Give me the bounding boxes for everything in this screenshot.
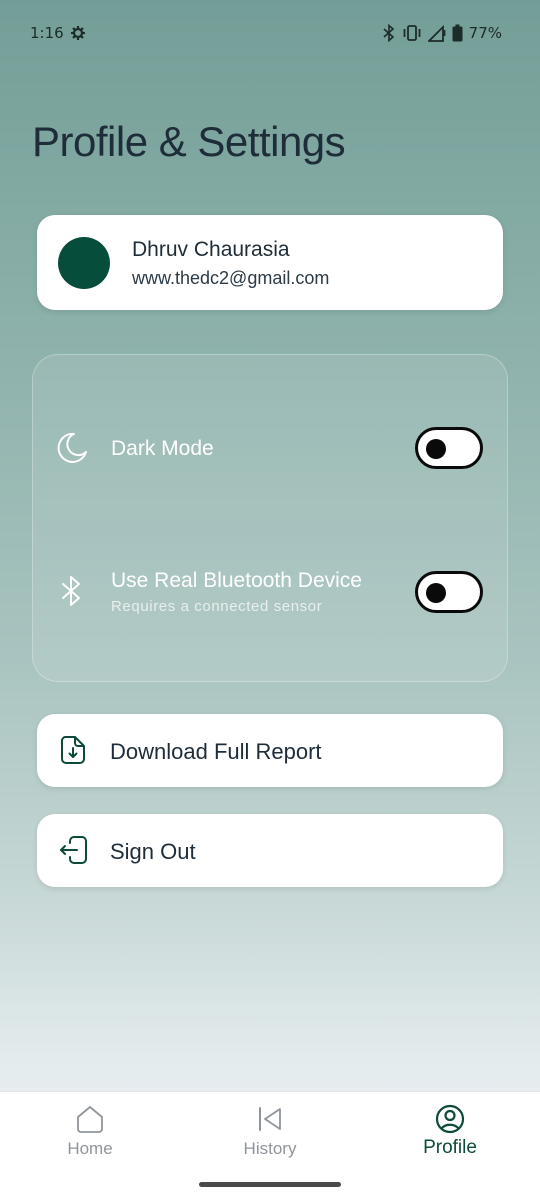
- status-bar: 1:16 77%: [0, 0, 540, 64]
- download-file-icon: [61, 736, 85, 764]
- bluetooth-label: Use Real Bluetooth Device: [111, 569, 362, 592]
- toggle-knob: [426, 583, 446, 603]
- home-indicator[interactable]: [199, 1182, 341, 1187]
- status-time: 1:16: [30, 24, 64, 42]
- history-icon: [259, 1107, 281, 1131]
- profile-card[interactable]: Dhruv Chaurasia www.thedc2@gmail.com: [37, 215, 503, 310]
- battery-level: 77%: [468, 24, 502, 42]
- nav-profile-label: Profile: [423, 1137, 477, 1158]
- toggle-knob: [426, 439, 446, 459]
- dark-mode-toggle[interactable]: [415, 427, 483, 469]
- nav-profile[interactable]: Profile: [360, 1092, 540, 1172]
- sign-out-button[interactable]: Sign Out: [37, 814, 503, 887]
- avatar: [58, 237, 110, 289]
- bluetooth-icon: [62, 576, 80, 606]
- signal-icon: [427, 24, 446, 42]
- nav-history-label: History: [243, 1139, 297, 1158]
- download-report-label: Download Full Report: [110, 739, 322, 764]
- nav-history[interactable]: History: [180, 1092, 360, 1172]
- profile-icon: [435, 1104, 465, 1134]
- gear-icon: [70, 26, 85, 40]
- bluetooth-setting: Use Real Bluetooth Device Requires a con…: [33, 561, 509, 621]
- sign-out-icon: [60, 836, 87, 864]
- bluetooth-icon: [383, 24, 394, 42]
- page-title: Profile & Settings: [32, 118, 346, 165]
- moon-icon: [57, 432, 87, 463]
- profile-name: Dhruv Chaurasia: [132, 238, 290, 261]
- battery-icon: [452, 24, 463, 42]
- status-left: 1:16: [30, 24, 86, 42]
- nav-home[interactable]: Home: [0, 1092, 180, 1172]
- settings-panel: Dark Mode Use Real Bluetooth Device Requ…: [32, 354, 508, 682]
- profile-email: www.thedc2@gmail.com: [132, 268, 330, 288]
- nav-home-label: Home: [67, 1139, 113, 1158]
- vibrate-icon: [403, 25, 421, 41]
- dark-mode-setting: Dark Mode: [33, 418, 509, 478]
- status-right: 77%: [382, 24, 502, 42]
- sign-out-label: Sign Out: [110, 839, 196, 864]
- download-report-button[interactable]: Download Full Report: [37, 714, 503, 787]
- bluetooth-subtitle: Requires a connected sensor: [111, 598, 323, 615]
- dark-mode-label: Dark Mode: [111, 437, 214, 460]
- home-icon: [77, 1106, 103, 1133]
- bluetooth-toggle[interactable]: [415, 571, 483, 613]
